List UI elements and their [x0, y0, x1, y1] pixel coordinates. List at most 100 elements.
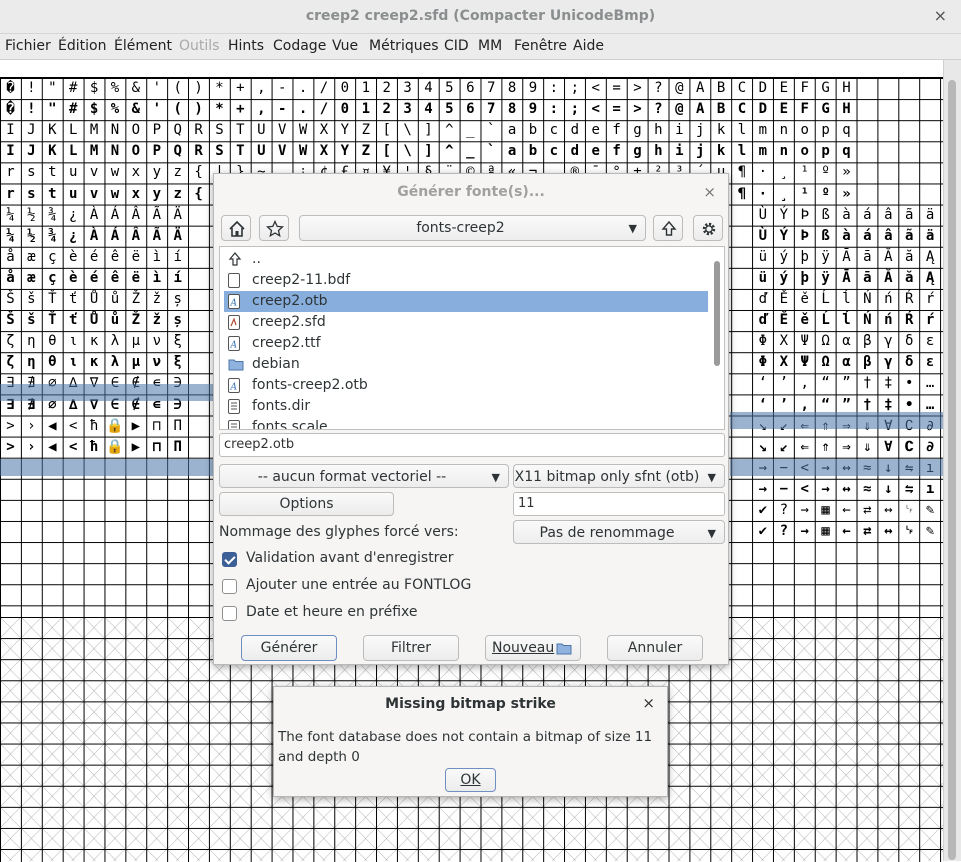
glyph-cell[interactable]: ĺ	[836, 310, 857, 331]
glyph-label[interactable]: z	[167, 162, 188, 183]
bookmark-button[interactable]	[259, 215, 289, 241]
glyph-label[interactable]: q	[836, 120, 857, 141]
glyph-cell[interactable]: ă	[899, 268, 920, 289]
glyph-cell[interactable]: S	[209, 141, 230, 162]
glyph-label[interactable]: →	[794, 500, 815, 521]
glyph-cell[interactable]: Á	[105, 226, 126, 247]
glyph-cell[interactable]: Φ	[752, 352, 773, 373]
glyph-label[interactable]: Ψ	[794, 331, 815, 352]
glyph-cell[interactable]: ž	[146, 310, 167, 331]
glyph-label[interactable]: ↔	[878, 500, 899, 521]
glyph-label[interactable]: *	[209, 78, 230, 99]
glyph-cell[interactable]: α	[836, 352, 857, 373]
glyph-cell[interactable]: m	[752, 141, 773, 162]
glyph-cell[interactable]: "	[42, 99, 63, 120]
glyph-label[interactable]: '	[146, 78, 167, 99]
glyph-label[interactable]: ß	[815, 205, 836, 226]
glyph-label[interactable]: Ã	[146, 205, 167, 226]
selected-glyph-band[interactable]	[0, 459, 213, 476]
glyph-label[interactable]: Ĺ	[815, 289, 836, 310]
glyph-cell[interactable]: C	[732, 99, 753, 120]
glyph-label[interactable]: h	[648, 120, 669, 141]
glyph-cell[interactable]: '	[146, 99, 167, 120]
glyph-cell[interactable]: γ	[878, 352, 899, 373]
glyph-cell[interactable]: ý	[773, 268, 794, 289]
glyph-cell[interactable]: 7	[481, 99, 502, 120]
glyph-cell[interactable]: ν	[146, 352, 167, 373]
glyph-cell[interactable]: ε	[920, 352, 941, 373]
glyph-cell[interactable]: ι	[63, 352, 84, 373]
glyph-label[interactable]: ;	[564, 78, 585, 99]
glyph-label[interactable]: g	[627, 120, 648, 141]
glyph-label[interactable]: A	[690, 78, 711, 99]
glyph-label[interactable]: P	[146, 120, 167, 141]
file-row[interactable]: creep2-11.bdf	[224, 270, 708, 291]
glyph-cell[interactable]: 5	[439, 99, 460, 120]
file-row[interactable]: creep2.sfd	[224, 312, 708, 333]
glyph-label[interactable]: Ä	[167, 205, 188, 226]
glyph-cell[interactable]: Ã	[146, 226, 167, 247]
file-row[interactable]: Acreep2.ttf	[224, 333, 708, 354]
glyph-label[interactable]: )	[188, 78, 209, 99]
glyph-label[interactable]: ‘	[752, 373, 773, 394]
glyph-label[interactable]: `	[481, 120, 502, 141]
glyph-cell[interactable]: ⇄	[857, 521, 878, 542]
glyph-cell[interactable]: [	[376, 141, 397, 162]
glyph-label[interactable]: @	[669, 78, 690, 99]
glyph-cell[interactable]: t	[42, 184, 63, 205]
glyph-label[interactable]: ]	[418, 120, 439, 141]
glyph-label[interactable]: <	[63, 416, 84, 437]
glyph-label[interactable]: ,	[251, 78, 272, 99]
glyph-cell[interactable]: ç	[42, 268, 63, 289]
menu-hints[interactable]: Hints	[228, 38, 264, 54]
glyph-cell[interactable]: p	[815, 141, 836, 162]
glyph-label[interactable]: S	[209, 120, 230, 141]
glyph-label[interactable]: »	[836, 162, 857, 183]
glyph-cell[interactable]: ê	[105, 268, 126, 289]
glyph-cell[interactable]: Ń	[857, 310, 878, 331]
cancel-button[interactable]: Annuler	[607, 635, 703, 661]
glyph-cell[interactable]: ß	[815, 226, 836, 247]
glyph-cell[interactable]: Z	[355, 141, 376, 162]
glyph-label[interactable]: 🔒	[105, 416, 126, 437]
glyph-cell[interactable]: Ů	[84, 310, 105, 331]
glyph-cell[interactable]: 0	[334, 99, 355, 120]
glyph-label[interactable]: :	[543, 78, 564, 99]
glyph-label[interactable]: Ù	[752, 205, 773, 226]
glyph-cell[interactable]: ¾	[42, 226, 63, 247]
glyph-label[interactable]: Q	[167, 120, 188, 141]
glyph-cell[interactable]: ě	[794, 310, 815, 331]
glyph-label[interactable]: F	[794, 78, 815, 99]
glyph-cell[interactable]: Ĺ	[815, 310, 836, 331]
glyph-label[interactable]: þ	[794, 247, 815, 268]
glyph-cell[interactable]: ı	[920, 479, 941, 500]
glyph-cell[interactable]: ✎	[920, 521, 941, 542]
glyph-cell[interactable]: Ą	[920, 268, 941, 289]
glyph-label[interactable]: é	[84, 247, 105, 268]
filename-input[interactable]: creep2.otb	[219, 433, 725, 457]
glyph-cell[interactable]: →	[752, 479, 773, 500]
glyph-label[interactable]: η	[21, 331, 42, 352]
glyph-cell[interactable]: j	[690, 141, 711, 162]
menu-codage[interactable]: Codage	[273, 38, 326, 54]
glyph-label[interactable]: ě	[794, 289, 815, 310]
glyph-cell[interactable]: ∂	[920, 437, 941, 458]
glyph-label[interactable]: ê	[105, 247, 126, 268]
glyph-label[interactable]: T	[230, 120, 251, 141]
glyph-cell[interactable]: E	[773, 99, 794, 120]
glyph-label[interactable]: s	[21, 162, 42, 183]
glyph-cell[interactable]: >	[627, 99, 648, 120]
glyph-cell[interactable]: w	[105, 184, 126, 205]
glyph-cell[interactable]: ń	[878, 310, 899, 331]
glyph-cell[interactable]: `	[481, 141, 502, 162]
glyph-cell[interactable]: P	[146, 141, 167, 162]
glyph-cell[interactable]: ,	[251, 99, 272, 120]
glyph-cell[interactable]: G	[815, 99, 836, 120]
glyph-cell[interactable]: ⇓	[857, 437, 878, 458]
glyph-cell[interactable]: V	[272, 141, 293, 162]
glyph-label[interactable]: Ŕ	[899, 289, 920, 310]
glyph-cell[interactable]: À	[84, 226, 105, 247]
generate-button[interactable]: Générer	[241, 635, 337, 661]
glyph-cell[interactable]: ď	[752, 310, 773, 331]
glyph-label[interactable]: ←	[836, 500, 857, 521]
